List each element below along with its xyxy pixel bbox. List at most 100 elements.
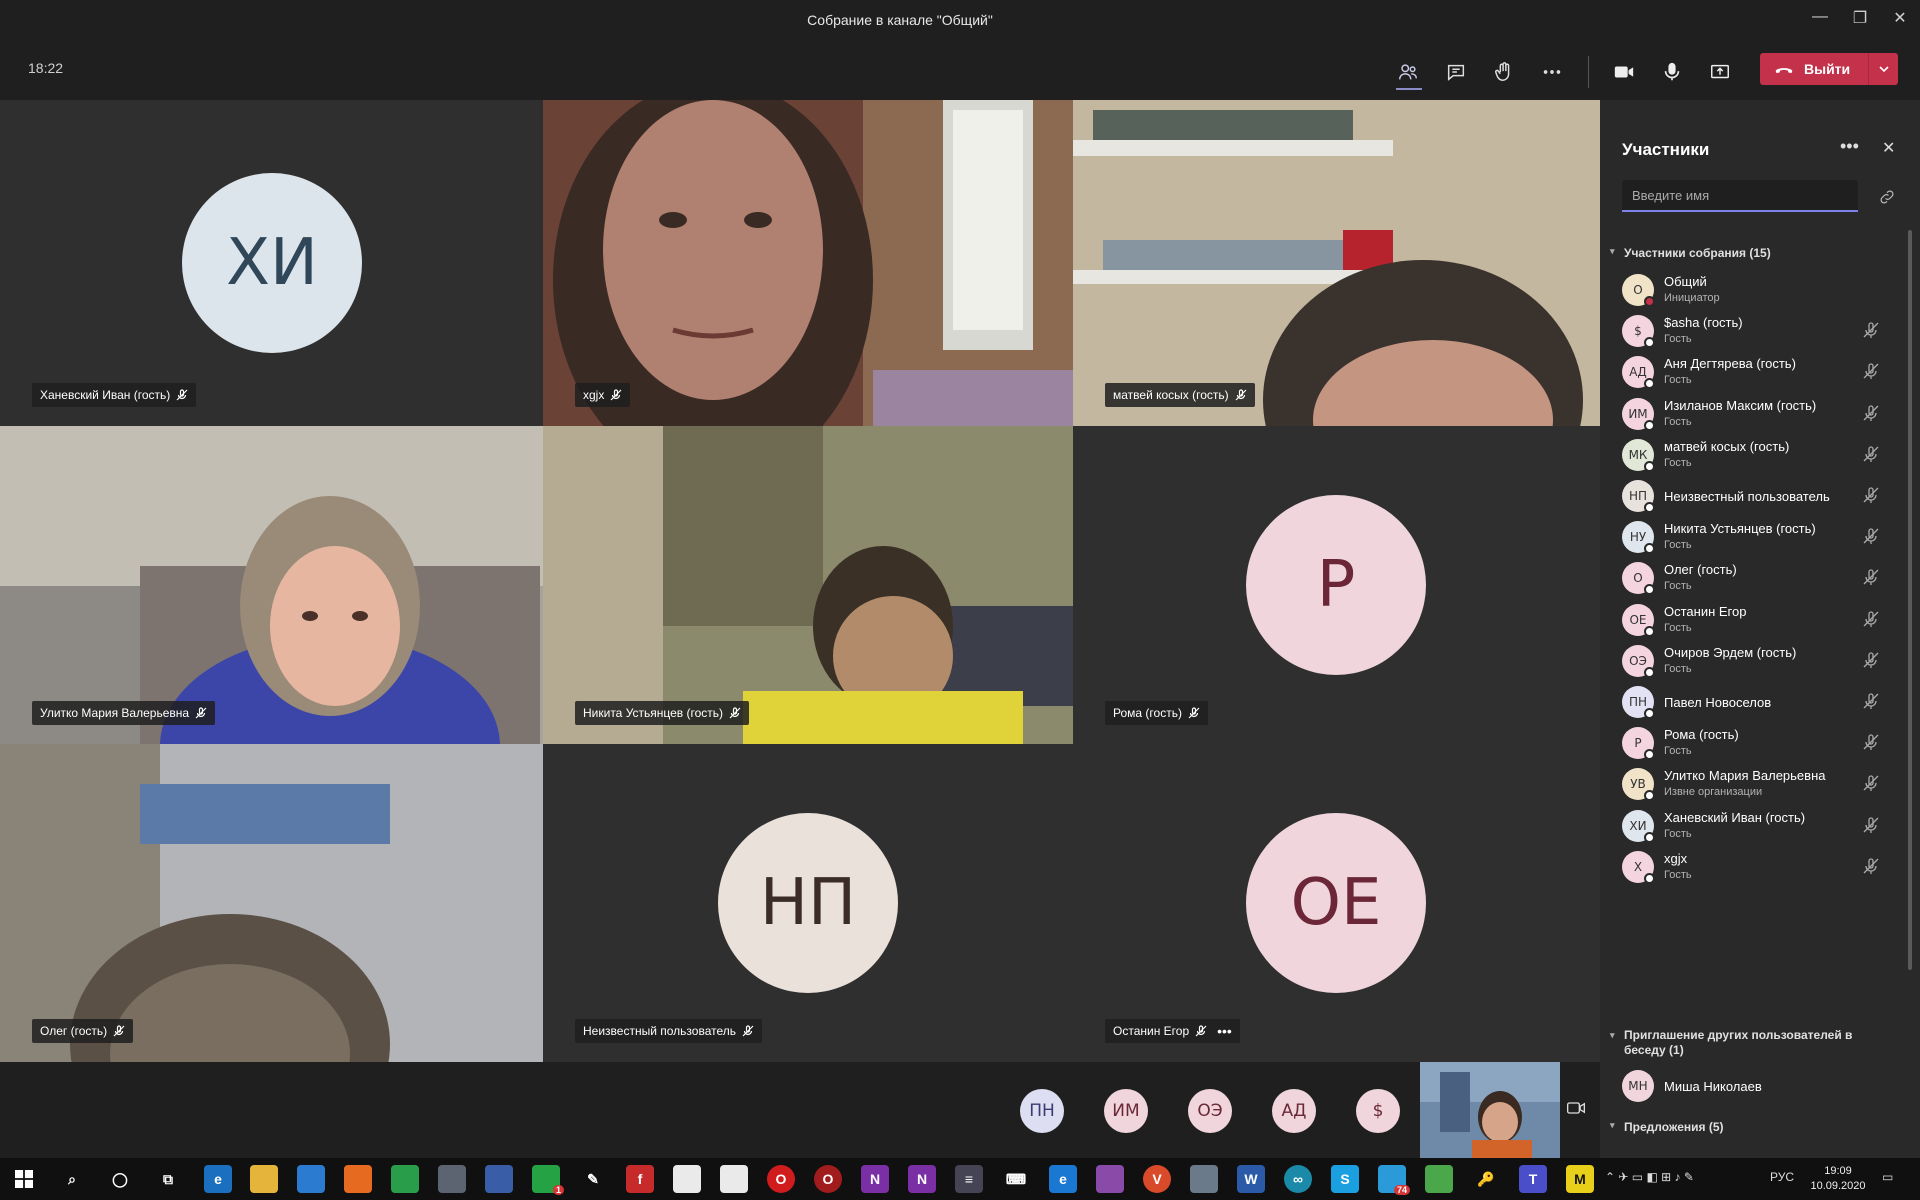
leave-button[interactable]: Выйти [1760,53,1898,85]
app-icon[interactable]: ⌨ [1002,1165,1030,1193]
overflow-avatar[interactable]: АД [1272,1089,1316,1133]
video-tile[interactable]: Никита Устьянцев (гость) [543,426,1073,744]
mic-off-icon[interactable] [1862,486,1880,504]
search-input[interactable] [1622,180,1858,210]
presence-status-icon [1644,872,1655,884]
opera-icon[interactable]: O [814,1165,842,1193]
video-tile[interactable]: xgjx [543,100,1073,426]
onenote-icon[interactable]: N [861,1165,889,1193]
participant-role: Гость [1664,827,1692,840]
mic-off-icon[interactable] [1862,568,1880,586]
participants-button[interactable] [1390,54,1426,90]
leave-options-button[interactable] [1868,53,1898,85]
app-icon[interactable] [1096,1165,1124,1193]
app-icon[interactable]: ✎ [579,1165,607,1193]
overflow-avatar[interactable]: $ [1356,1089,1400,1133]
share-link-icon[interactable] [1878,188,1896,206]
calculator-icon[interactable] [438,1165,466,1193]
invite-section-header[interactable]: ▾ Приглашение других пользователей в бес… [1610,1028,1884,1058]
firefox-icon[interactable] [344,1165,372,1193]
notification-icon[interactable]: ▭ [1882,1170,1893,1184]
mic-off-icon[interactable] [1862,404,1880,422]
video-tile[interactable]: матвей косых (гость) [1073,100,1600,426]
whatsapp-icon[interactable]: 1 [532,1165,564,1195]
video-tile[interactable]: Р Рома (гость) [1073,426,1600,744]
mic-off-icon[interactable] [1862,445,1880,463]
input-language[interactable]: РУС [1770,1170,1794,1184]
chat-button[interactable] [1438,54,1474,90]
mic-off-icon [729,707,741,719]
mic-off-icon[interactable] [1862,774,1880,792]
opera-icon[interactable]: O [767,1165,795,1193]
overflow-avatar[interactable]: ОЭ [1188,1089,1232,1133]
arduino-icon[interactable]: ∞ [1284,1165,1312,1193]
vivaldi-icon[interactable]: V [1143,1165,1171,1193]
video-tile[interactable]: Улитко Мария Валерьевна [0,426,543,744]
chevron-down-icon: ▾ [1610,1120,1615,1130]
restore-icon[interactable]: ❐ [1840,8,1880,32]
self-video-preview[interactable] [1420,1062,1560,1158]
participant-row[interactable]: Хxgjx Гость [1622,843,1892,893]
mic-off-icon[interactable] [1862,692,1880,710]
app-icon[interactable]: ≡ [955,1165,983,1193]
meeting-toolbar: 18:22 Выйти [0,40,1920,100]
app-icon[interactable]: M [1566,1165,1594,1193]
utorrent-icon[interactable] [1425,1165,1453,1193]
mic-off-icon [195,707,207,719]
share-screen-button[interactable] [1702,54,1738,90]
document-icon[interactable] [720,1165,748,1193]
windows-start-icon[interactable] [10,1165,38,1193]
camera-button[interactable] [1606,54,1642,90]
system-tray-icons[interactable]: ⌃ ✈ ▭ ◧ ⊞ ♪ ✎ [1605,1170,1725,1184]
participant-search[interactable] [1622,180,1858,212]
app-icon[interactable] [485,1165,513,1193]
mic-off-icon[interactable] [1862,362,1880,380]
mic-off-icon[interactable] [1862,816,1880,834]
meeting-section-header[interactable]: ▾ Участники собрания (15) [1610,246,1771,260]
tile-more-icon[interactable]: ••• [1217,1023,1232,1039]
mic-off-icon[interactable] [1862,857,1880,875]
task-view-icon[interactable]: ⧉ [154,1165,182,1193]
document-icon[interactable] [673,1165,701,1193]
video-tile[interactable]: ХИ Ханевский Иван (гость) [0,100,543,426]
internet-explorer-icon[interactable]: e [1049,1165,1077,1193]
more-actions-button[interactable] [1534,54,1570,90]
mic-off-icon[interactable] [1862,321,1880,339]
skype-icon[interactable]: S [1331,1165,1359,1193]
raise-hand-button[interactable] [1486,54,1522,90]
app-icon[interactable] [1190,1165,1218,1193]
participant-name: Общий [1664,274,1707,289]
video-tile[interactable]: ОЕ Останин Егор ••• [1073,744,1600,1062]
overflow-avatar[interactable]: ПН [1020,1089,1064,1133]
minimize-icon[interactable]: — [1800,8,1840,32]
onenote-icon[interactable]: N [908,1165,936,1193]
panel-close-icon[interactable]: ✕ [1882,138,1895,158]
panel-more-icon[interactable]: ••• [1840,136,1859,157]
microphone-button[interactable] [1654,54,1690,90]
telegram-icon[interactable]: 74 [1378,1165,1410,1195]
app-icon[interactable]: 🔑 [1472,1165,1500,1193]
camera-toggle-button[interactable] [1566,1098,1594,1122]
suggestions-section-header[interactable]: ▾ Предложения (5) [1610,1120,1724,1134]
camera-icon [1614,66,1634,78]
word-icon[interactable]: W [1237,1165,1265,1193]
invited-participant-row[interactable]: МН Миша Николаев [1622,1062,1892,1112]
video-tile[interactable]: Олег (гость) [0,744,543,1062]
edge-icon[interactable]: e [204,1165,232,1193]
video-tile[interactable]: НП Неизвестный пользователь [543,744,1073,1062]
app-icon[interactable]: f [626,1165,654,1193]
mic-off-icon[interactable] [1862,527,1880,545]
teams-icon[interactable]: T [1519,1165,1547,1193]
mic-off-icon[interactable] [1862,610,1880,628]
taskbar-clock[interactable]: 19:09 10.09.2020 [1808,1164,1868,1194]
close-window-icon[interactable]: ✕ [1880,8,1920,32]
chrome-icon[interactable] [391,1165,419,1193]
app-icon[interactable] [297,1165,325,1193]
cortana-icon[interactable]: ◯ [106,1165,134,1193]
search-icon[interactable]: ⌕ [58,1165,86,1193]
overflow-avatar[interactable]: ИМ [1104,1089,1148,1133]
panel-scrollbar[interactable] [1908,230,1912,970]
file-explorer-icon[interactable] [250,1165,278,1193]
mic-off-icon[interactable] [1862,651,1880,669]
mic-off-icon[interactable] [1862,733,1880,751]
